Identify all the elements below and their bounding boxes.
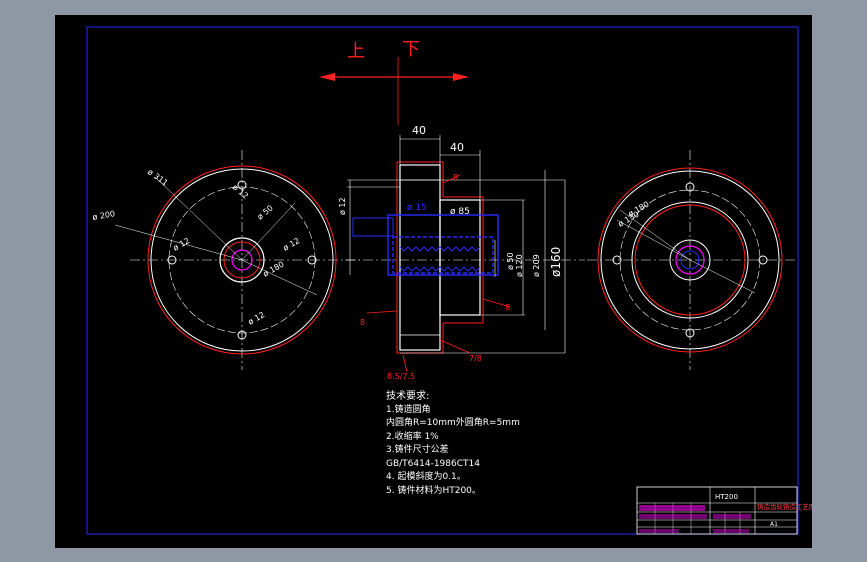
dim-left-311: ø 311 (146, 167, 170, 187)
note-item: 5. 铸件材料为HT200。 (386, 485, 481, 496)
roughness-8-5: 8.5/7.5 (387, 372, 415, 381)
dim-section-120: ø 120 (515, 254, 524, 277)
title-block-drawing-name: 铸造齿轮铸造工艺图 (757, 502, 812, 511)
note-item: 3.铸件尺寸公差 (386, 445, 449, 455)
title-block-material: HT200 (715, 493, 738, 501)
dim-left-180: ø 180 (262, 260, 286, 279)
dim-section-40b: 40 (450, 141, 464, 154)
down-label: 下 (402, 39, 420, 60)
dim-left-12d: ø 12 (247, 310, 267, 327)
up-label: 上 (347, 41, 365, 62)
title-block-sheet-size: A1 (770, 521, 778, 528)
dim-section-209: ø 209 (532, 254, 541, 277)
right-view: ø 180 ø 130 (587, 150, 795, 370)
dim-left-50: ø 50 (256, 203, 275, 221)
dim-section-12: ø 12 (338, 197, 347, 215)
notes-title: 技术要求: (386, 391, 430, 402)
title-block: HT200 铸造齿轮铸造工艺图 A1 (636, 486, 812, 535)
left-view: ø 311 ø 200 ø 12 ø 50 ø 12 ø 12 ø 180 ø … (92, 150, 360, 370)
note-item: 4. 起模斜度为0.1。 (386, 472, 466, 482)
note-item: 2.收缩率 1% (386, 431, 439, 442)
arrow-left-icon (319, 73, 335, 81)
dim-left-200: ø 200 (92, 209, 116, 222)
note-item: 内圆角R=10mm外圆角R=5mm (386, 418, 520, 428)
direction-indicator: 上 下 (319, 39, 469, 125)
section-view: 40 40 ø 12 ø 15 ø 85 ø 50 ø 120 ø 209 ø1… (338, 124, 585, 381)
technical-requirements: 技术要求: 1.铸造圆角 内圆角R=10mm外圆角R=5mm 2.收缩率 1% … (386, 390, 520, 498)
dim-left-12b: ø 12 (172, 236, 192, 253)
note-item: GB/T6414-1986CT14 (386, 458, 480, 469)
dim-section-160: ø160 (549, 247, 563, 277)
dim-section-85: ø 85 (450, 207, 470, 217)
dim-section-50: ø 50 (506, 252, 515, 270)
dim-left-12a: ø 12 (231, 183, 250, 201)
note-item: 1.铸造圆角 (386, 404, 431, 415)
arrow-right-icon (453, 73, 469, 81)
roughness-8b: 8 (505, 303, 510, 312)
roughness-8c: 8 (360, 318, 365, 327)
drawing-sheet: 上 下 ø 311 ø 200 ø 12 ø 50 ø 12 ø 12 ø 18… (55, 15, 812, 548)
dim-left-12c: ø 12 (282, 236, 302, 253)
dim-section-40a: 40 (412, 124, 426, 137)
roughness-8a: 8 (453, 173, 458, 182)
dim-section-15: ø 15 (407, 203, 427, 213)
roughness-7-8: 7/8 (469, 354, 482, 363)
